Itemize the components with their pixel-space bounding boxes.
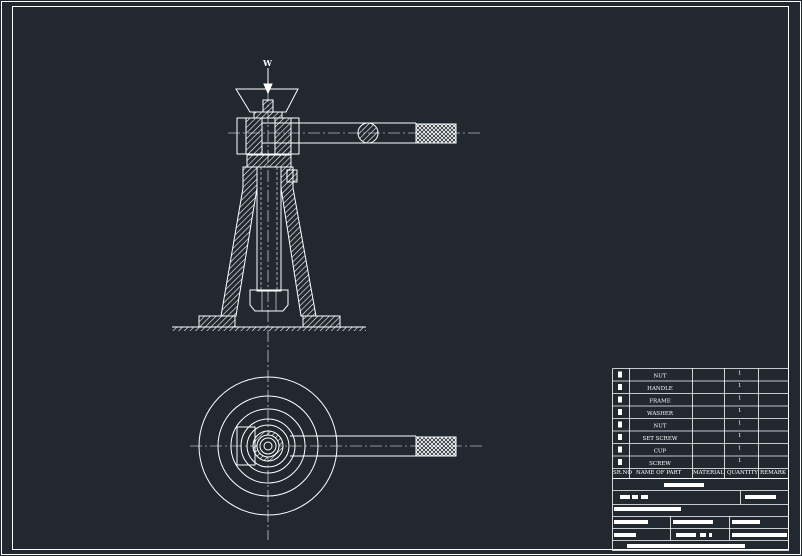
bom-quantity: 1 [738, 396, 742, 402]
bom-sr-no-mark [618, 434, 622, 440]
bom-part-name: HANDLE [647, 386, 673, 392]
bom-part-name: SCREW [649, 461, 671, 467]
handle-ball [357, 122, 379, 144]
frame-nut [246, 154, 292, 168]
bom-part-name: CUP [654, 449, 667, 455]
frame-right-leg [280, 166, 317, 317]
set-screw [262, 99, 274, 113]
frame-side-lug [286, 169, 298, 183]
bom-quantity: 1 [738, 458, 742, 464]
bom-header: SR.NO NAME OF PART MATERIAL QUANTITY REM… [613, 470, 787, 476]
bom-sr-no-mark [618, 384, 622, 390]
drawing-canvas: W NUT 1HANDLE 1FRAME 1WASHER 1NUT 1SET S… [1, 1, 801, 555]
frame-left-foot [198, 315, 236, 328]
bom-sr-no-mark [618, 421, 622, 428]
bom-header-remark: REMARK [760, 470, 787, 476]
screw-shaft [256, 166, 282, 292]
bom-quantity: 1 [738, 383, 742, 389]
load-label: W [262, 58, 273, 68]
bom-part-name: NUT [653, 424, 666, 430]
inner-border [12, 6, 789, 550]
bom-sr-no-mark [618, 446, 622, 453]
washer [253, 111, 283, 119]
bom-quantity: 1 [738, 371, 742, 377]
screw-head-left-section [245, 117, 263, 155]
bom-header-sr-no: SR.NO [613, 470, 632, 476]
bom-quantity: 1 [738, 446, 742, 452]
bom-header-quantity: QUANTITY [727, 470, 758, 476]
top-view-handle-grip [415, 436, 457, 457]
frame-right-foot [302, 315, 341, 328]
bom-part-name: NUT [653, 374, 666, 380]
front-view: W [172, 58, 482, 540]
bom-header-name: NAME OF PART [636, 470, 681, 476]
bom-part-name: SET SCREW [643, 436, 678, 442]
bom-part-name: WASHER [647, 411, 674, 417]
frame-left-leg [220, 166, 258, 317]
bill-of-materials: NUT 1 HANDLE 1 FRAME 1 WASHER 1 NUT 1 SET SCREW 1 CU… [612, 368, 789, 479]
bom-sr-no-mark [618, 396, 622, 403]
top-view [190, 376, 482, 516]
bom-quantity: 1 [738, 408, 742, 414]
bom-quantity: 1 [738, 433, 742, 439]
bom-grid [612, 368, 789, 479]
bom-sr-no-mark [618, 409, 622, 415]
bom-quantity: 1 [738, 421, 742, 427]
handle-grip [415, 123, 457, 144]
bom-header-material: MATERIAL [693, 470, 724, 476]
title-block [612, 478, 789, 551]
bom-sr-no-mark [618, 459, 622, 465]
ground-hatch [172, 327, 366, 331]
title-block-redacted-fields [614, 483, 787, 548]
bottom-nut [249, 289, 289, 312]
bom-part-name: FRAME [649, 399, 671, 405]
bom-sr-no-mark [618, 371, 622, 378]
